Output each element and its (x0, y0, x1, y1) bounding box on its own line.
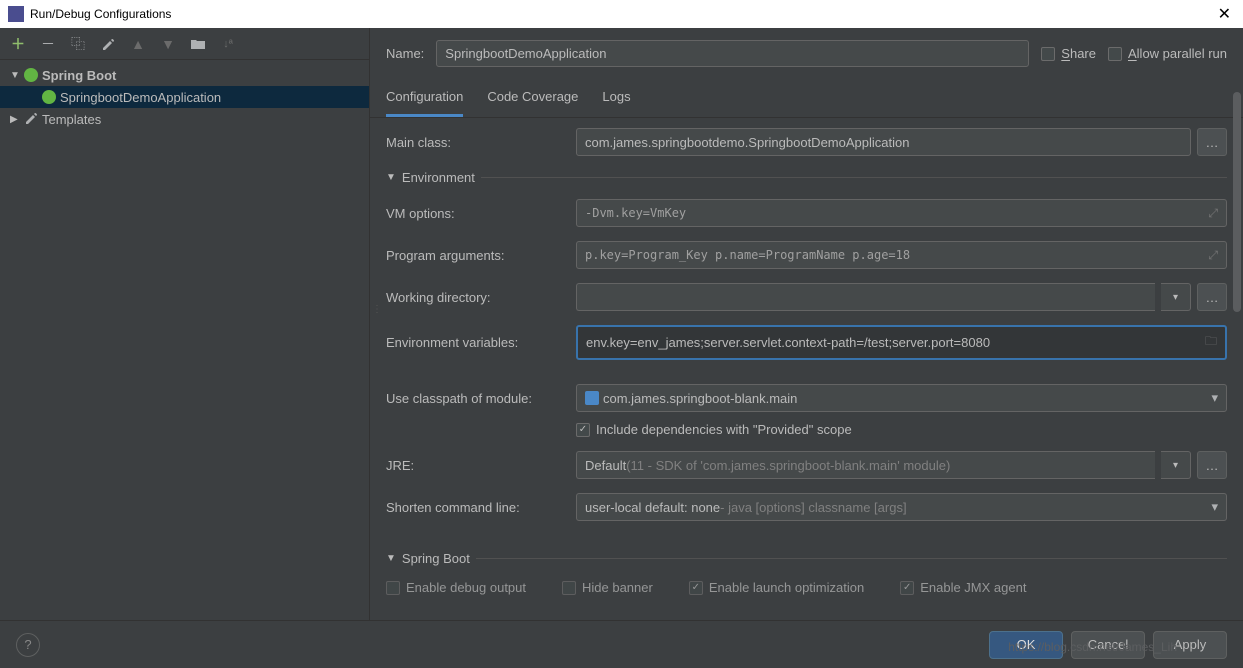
tab-code-coverage[interactable]: Code Coverage (487, 83, 578, 117)
tree-node-springboot[interactable]: ▼ Spring Boot (0, 64, 369, 86)
edit-button[interactable] (100, 36, 116, 52)
classpath-select[interactable]: com.james.springboot-blank.main (576, 384, 1227, 412)
shorten-label: Shorten command line: (386, 500, 566, 515)
row-include-provided: Include dependencies with "Provided" sco… (386, 422, 1227, 437)
jre-label: JRE: (386, 458, 566, 473)
tab-configuration[interactable]: Configuration (386, 83, 463, 117)
app-icon (8, 6, 24, 22)
move-up-button[interactable]: ▲ (130, 36, 146, 52)
sidebar: ＋ － ⿻ ▲ ▼ ↓ª ▼ Spring Boot SpringbootDem… (0, 28, 370, 620)
vm-options-input[interactable]: -Dvm.key=VmKey⤢ (576, 199, 1227, 227)
env-vars-input[interactable]: env.key=env_james;server.servlet.context… (576, 325, 1227, 360)
name-row: Name: Share Allow parallel run (370, 28, 1243, 79)
chevron-down-icon: ▼ (386, 172, 396, 183)
chevron-down-icon: ▼ (386, 553, 396, 564)
checkbox-icon (576, 423, 590, 437)
browse-button[interactable]: … (1197, 283, 1227, 311)
main-class-label: Main class: (386, 135, 566, 150)
divider (476, 558, 1227, 559)
module-icon (585, 391, 599, 405)
springboot-checks-row: Enable debug output Hide banner Enable l… (386, 580, 1227, 595)
scrollbar[interactable] (1233, 74, 1241, 568)
springboot-icon (42, 90, 56, 104)
wrench-icon (24, 111, 38, 128)
section-environment[interactable]: ▼ Environment (386, 170, 1227, 185)
tree-label: SpringbootDemoApplication (60, 90, 221, 105)
row-program-args: Program arguments: p.key=Program_Key p.n… (386, 241, 1227, 269)
window-titlebar: Run/Debug Configurations ✕ (0, 0, 1243, 28)
checkbox-icon (900, 581, 914, 595)
resize-grip[interactable]: ⋮⋮ (370, 304, 380, 315)
cancel-button[interactable]: Cancel (1071, 631, 1145, 659)
copy-button[interactable]: ⿻ (70, 36, 86, 52)
vm-options-label: VM options: (386, 206, 566, 221)
add-button[interactable]: ＋ (10, 36, 26, 52)
enable-launch-checkbox[interactable]: Enable launch optimization (689, 580, 864, 595)
row-jre: JRE: Default (11 - SDK of 'com.james.spr… (386, 451, 1227, 479)
checkbox-icon (689, 581, 703, 595)
divider (481, 177, 1227, 178)
main-class-input[interactable]: com.james.springbootdemo.SpringbootDemoA… (576, 128, 1191, 156)
help-button[interactable]: ? (16, 633, 40, 657)
jre-select[interactable]: Default (11 - SDK of 'com.james.springbo… (576, 451, 1155, 479)
classpath-label: Use classpath of module: (386, 391, 566, 406)
tree-node-templates[interactable]: ▶ Templates (0, 108, 369, 130)
enable-jmx-checkbox[interactable]: Enable JMX agent (900, 580, 1026, 595)
tree-label: Spring Boot (42, 68, 116, 83)
row-shorten: Shorten command line: user-local default… (386, 493, 1227, 521)
row-classpath: Use classpath of module: com.james.sprin… (386, 384, 1227, 412)
scroll-thumb[interactable] (1233, 92, 1241, 312)
checkbox-icon (1041, 47, 1055, 61)
config-toolbar: ＋ － ⿻ ▲ ▼ ↓ª (0, 28, 369, 60)
save-folder-button[interactable] (190, 36, 206, 52)
row-env-vars: Environment variables: env.key=env_james… (386, 325, 1227, 360)
include-provided-checkbox[interactable]: Include dependencies with "Provided" sco… (576, 422, 852, 437)
tree-node-app[interactable]: SpringbootDemoApplication (0, 86, 369, 108)
allow-parallel-checkbox[interactable]: Allow parallel run (1108, 46, 1227, 61)
apply-button[interactable]: Apply (1153, 631, 1227, 659)
browse-button[interactable]: … (1197, 451, 1227, 479)
window-title: Run/Debug Configurations (30, 7, 171, 21)
chevron-down-icon: ▼ (10, 70, 20, 81)
row-main-class: Main class: com.james.springbootdemo.Spr… (386, 128, 1227, 156)
chevron-right-icon: ▶ (10, 114, 20, 125)
checkbox-icon (1108, 47, 1122, 61)
enable-debug-checkbox[interactable]: Enable debug output (386, 580, 526, 595)
config-tree: ▼ Spring Boot SpringbootDemoApplication … (0, 60, 369, 620)
name-label: Name: (386, 46, 424, 61)
expand-icon[interactable]: ⤢ (1208, 206, 1218, 221)
dialog-footer: ? OK Cancel Apply https://blog.csdn.net/… (0, 620, 1243, 668)
tab-bar: Configuration Code Coverage Logs (370, 83, 1243, 118)
main-area: ＋ － ⿻ ▲ ▼ ↓ª ▼ Spring Boot SpringbootDem… (0, 28, 1243, 620)
shorten-select[interactable]: user-local default: none - java [options… (576, 493, 1227, 521)
working-dir-label: Working directory: (386, 290, 566, 305)
row-vm-options: VM options: -Dvm.key=VmKey⤢ (386, 199, 1227, 227)
name-input[interactable] (436, 40, 1029, 67)
remove-button[interactable]: － (40, 36, 56, 52)
row-working-dir: Working directory: ▾ … (386, 283, 1227, 311)
program-args-label: Program arguments: (386, 248, 566, 263)
program-args-input[interactable]: p.key=Program_Key p.name=ProgramName p.a… (576, 241, 1227, 269)
env-vars-label: Environment variables: (386, 335, 566, 350)
form-area: ⋮⋮ Main class: com.james.springbootdemo.… (370, 118, 1243, 620)
jre-dropdown[interactable]: ▾ (1161, 451, 1191, 479)
checkbox-icon (386, 581, 400, 595)
section-springboot[interactable]: ▼ Spring Boot (386, 551, 1227, 566)
folder-icon[interactable]: 🗀 (1205, 332, 1217, 353)
tab-logs[interactable]: Logs (602, 83, 630, 117)
ok-button[interactable]: OK (989, 631, 1063, 659)
move-down-button[interactable]: ▼ (160, 36, 176, 52)
sort-button[interactable]: ↓ª (220, 36, 236, 52)
hide-banner-checkbox[interactable]: Hide banner (562, 580, 653, 595)
springboot-icon (24, 68, 38, 82)
share-checkbox[interactable]: Share (1041, 46, 1096, 61)
expand-icon[interactable]: ⤢ (1208, 248, 1218, 263)
browse-button[interactable]: … (1197, 128, 1227, 156)
close-icon[interactable]: ✕ (1214, 4, 1235, 24)
checkbox-icon (562, 581, 576, 595)
tree-label: Templates (42, 112, 101, 127)
working-dir-input[interactable] (576, 283, 1155, 311)
content-panel: Name: Share Allow parallel run Configura… (370, 28, 1243, 620)
working-dir-dropdown[interactable]: ▾ (1161, 283, 1191, 311)
